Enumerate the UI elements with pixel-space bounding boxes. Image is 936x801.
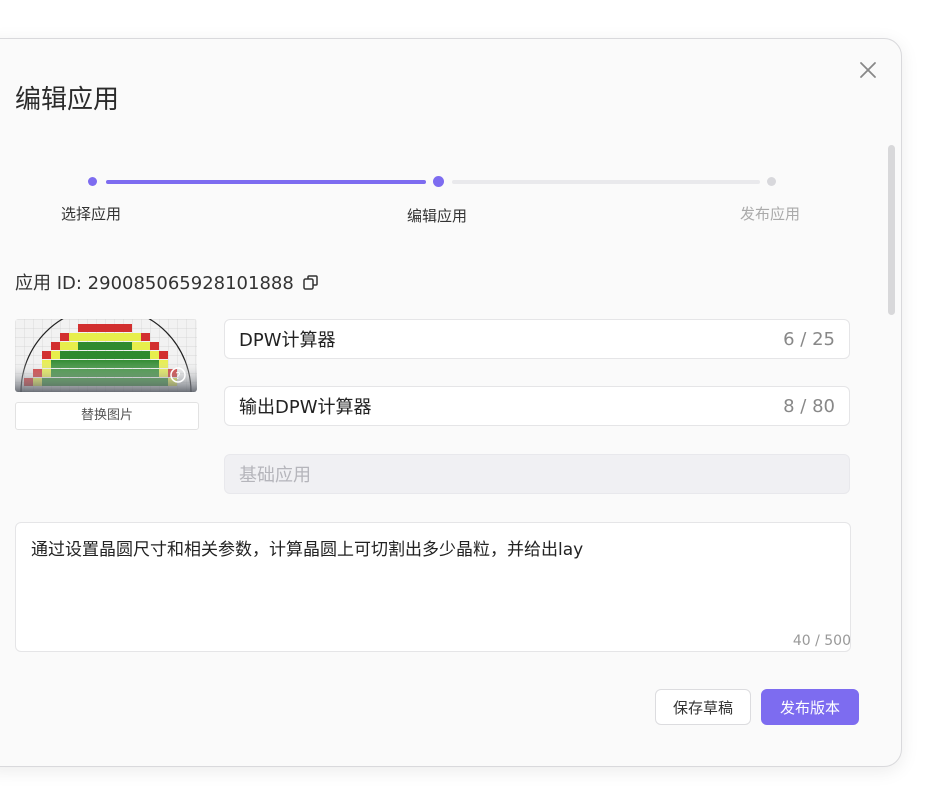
app-subtitle-count: 8 / 80 xyxy=(783,395,835,417)
edit-app-dialog: 编辑应用 选择应用 编辑应用 发布应用 应用 ID: 2900850659281… xyxy=(0,38,902,767)
step-dot-2 xyxy=(433,176,444,187)
dialog-title: 编辑应用 xyxy=(15,85,120,115)
app-category-value: 基础应用 xyxy=(239,465,311,486)
app-thumbnail[interactable]: ? xyxy=(15,319,197,392)
app-name-value: DPW计算器 xyxy=(239,330,336,351)
app-category-field: 基础应用 xyxy=(224,454,850,494)
close-icon[interactable] xyxy=(855,57,881,83)
description-textarea[interactable]: 通过设置晶圆尺寸和相关参数，计算晶圆上可切割出多少晶粒，并给出lay xyxy=(15,522,851,652)
app-subtitle-value: 输出DPW计算器 xyxy=(239,397,372,418)
svg-text:?: ? xyxy=(175,371,180,382)
wafer-map-image: ? xyxy=(15,319,197,392)
app-name-field[interactable]: DPW计算器 6 / 25 xyxy=(224,319,850,359)
save-draft-button[interactable]: 保存草稿 xyxy=(655,689,751,725)
description-count: 40 / 500 xyxy=(792,633,851,649)
step-dot-3 xyxy=(767,177,776,186)
app-name-count: 6 / 25 xyxy=(783,328,835,350)
step-line-1 xyxy=(106,180,426,184)
step-label-edit[interactable]: 编辑应用 xyxy=(407,205,467,226)
scrollbar[interactable] xyxy=(888,145,895,315)
app-id-row: 应用 ID: 290085065928101888 xyxy=(15,269,319,295)
app-subtitle-field[interactable]: 输出DPW计算器 8 / 80 xyxy=(224,386,850,426)
step-label-select[interactable]: 选择应用 xyxy=(61,203,121,224)
description-value: 通过设置晶圆尺寸和相关参数，计算晶圆上可切割出多少晶粒，并给出lay xyxy=(31,540,584,560)
step-dot-1 xyxy=(88,177,97,186)
replace-image-button[interactable]: 替换图片 xyxy=(15,402,199,430)
step-line-2 xyxy=(452,180,760,184)
app-id-text: 应用 ID: 290085065928101888 xyxy=(15,273,294,294)
publish-version-button[interactable]: 发布版本 xyxy=(761,689,859,725)
copy-icon[interactable] xyxy=(302,274,319,291)
step-label-publish[interactable]: 发布应用 xyxy=(740,203,800,224)
